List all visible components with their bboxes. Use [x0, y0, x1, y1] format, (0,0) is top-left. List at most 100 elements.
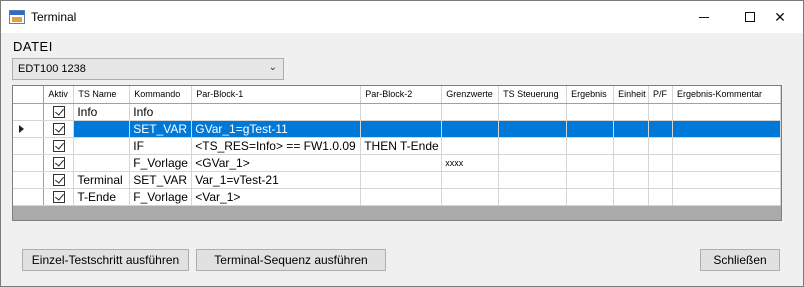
cell-ts-name[interactable]: Info [73, 103, 131, 121]
cell-kommando[interactable]: IF [129, 137, 193, 155]
cell-par2[interactable] [360, 154, 443, 172]
cell-grenzwerte[interactable] [441, 103, 500, 121]
empty-cell[interactable] [672, 171, 781, 189]
aktiv-cell[interactable] [43, 154, 75, 172]
cell-kommando[interactable]: Info [129, 103, 193, 121]
empty-cell[interactable] [648, 188, 674, 206]
cell-par2[interactable] [360, 120, 443, 138]
aktiv-checkbox[interactable] [52, 157, 65, 170]
cell-kommando[interactable]: F_Vorlage [129, 188, 193, 206]
run-single-step-button[interactable]: Einzel-Testschritt ausführen [22, 249, 189, 271]
cell-ts-name[interactable] [73, 120, 131, 138]
cell-ts-name[interactable]: T-Ende [73, 188, 131, 206]
table-row[interactable]: Info Info [13, 103, 781, 121]
empty-cell[interactable] [648, 137, 674, 155]
column-header[interactable]: P/F [648, 86, 674, 104]
aktiv-cell[interactable] [43, 171, 75, 189]
row-header[interactable] [13, 188, 45, 206]
empty-cell[interactable] [672, 137, 781, 155]
column-header[interactable]: Par-Block-1 [191, 86, 362, 104]
empty-cell[interactable] [672, 120, 781, 138]
empty-cell[interactable] [672, 103, 781, 121]
empty-cell[interactable] [498, 188, 568, 206]
aktiv-cell[interactable] [43, 188, 75, 206]
table-row[interactable]: T-Ende F_Vorlage <Var_1> [13, 188, 781, 206]
empty-cell[interactable] [498, 171, 568, 189]
cell-par1[interactable]: GVar_1=gTest-11 [191, 120, 362, 138]
empty-cell[interactable] [566, 137, 615, 155]
cell-par1[interactable] [191, 103, 362, 121]
empty-cell[interactable] [566, 120, 615, 138]
cell-kommando[interactable]: F_Vorlage [129, 154, 193, 172]
cell-par1[interactable]: <TS_RES=Info> == FW1.0.09 [191, 137, 362, 155]
column-header[interactable]: Ergebnis [566, 86, 615, 104]
aktiv-checkbox[interactable] [52, 106, 65, 119]
cell-kommando[interactable]: SET_VAR [129, 171, 193, 189]
column-header[interactable]: Aktiv [43, 86, 75, 104]
empty-cell[interactable] [613, 171, 650, 189]
run-sequence-button[interactable]: Terminal-Sequenz ausführen [196, 249, 386, 271]
row-header[interactable] [13, 171, 45, 189]
cell-kommando[interactable]: SET_VAR [129, 120, 193, 138]
aktiv-checkbox[interactable] [52, 123, 65, 136]
empty-cell[interactable] [613, 103, 650, 121]
aktiv-cell[interactable] [43, 120, 75, 138]
empty-cell[interactable] [566, 188, 615, 206]
column-header[interactable]: TS Steuerung [498, 86, 568, 104]
row-header[interactable] [13, 103, 45, 121]
cell-ts-name[interactable]: Terminal [73, 171, 131, 189]
empty-cell[interactable] [648, 171, 674, 189]
empty-cell[interactable] [672, 154, 781, 172]
cell-par1[interactable]: Var_1=vTest-21 [191, 171, 362, 189]
cell-ts-name[interactable] [73, 137, 131, 155]
row-header[interactable] [13, 154, 45, 172]
empty-cell[interactable] [498, 137, 568, 155]
column-header[interactable]: Grenzwerte [441, 86, 500, 104]
cell-par2[interactable] [360, 188, 443, 206]
menu-datei[interactable]: DATEI [13, 39, 53, 54]
cell-grenzwerte[interactable] [441, 188, 500, 206]
cell-par1[interactable]: <GVar_1> [191, 154, 362, 172]
cell-grenzwerte[interactable] [441, 171, 500, 189]
device-select[interactable]: EDT100 1238 ⌄ [12, 58, 284, 80]
empty-cell[interactable] [613, 154, 650, 172]
aktiv-cell[interactable] [43, 137, 75, 155]
empty-cell[interactable] [648, 120, 674, 138]
aktiv-checkbox[interactable] [52, 174, 65, 187]
aktiv-checkbox[interactable] [52, 140, 65, 153]
aktiv-checkbox[interactable] [52, 191, 65, 204]
empty-cell[interactable] [498, 154, 568, 172]
aktiv-cell[interactable] [43, 103, 75, 121]
empty-cell[interactable] [648, 103, 674, 121]
cell-par2[interactable] [360, 103, 443, 121]
close-dialog-button[interactable]: Schließen [700, 249, 780, 271]
chevron-down-icon[interactable]: ⌄ [269, 62, 277, 73]
row-header[interactable] [13, 137, 45, 155]
empty-cell[interactable] [498, 120, 568, 138]
cell-grenzwerte[interactable]: xxxx [441, 154, 500, 172]
column-header[interactable]: Einheit [613, 86, 650, 104]
cell-par2[interactable]: THEN T-Ende [360, 137, 443, 155]
close-button[interactable]: ✕ [757, 1, 803, 33]
table-row[interactable]: IF <TS_RES=Info> == FW1.0.09 THEN T-Ende [13, 137, 781, 155]
column-header[interactable]: Ergebnis-Kommentar [672, 86, 781, 104]
empty-cell[interactable] [648, 154, 674, 172]
cell-grenzwerte[interactable] [441, 137, 500, 155]
empty-cell[interactable] [613, 188, 650, 206]
table-row[interactable]: F_Vorlage <GVar_1> xxxx [13, 154, 781, 172]
column-header[interactable]: TS Name [73, 86, 131, 104]
cell-par1[interactable]: <Var_1> [191, 188, 362, 206]
column-header[interactable]: Kommando [129, 86, 193, 104]
test-step-grid[interactable]: Aktiv TS Name Kommando Par-Block-1 Par-Block… [12, 85, 782, 221]
empty-cell[interactable] [498, 103, 568, 121]
empty-cell[interactable] [672, 188, 781, 206]
cell-ts-name[interactable] [73, 154, 131, 172]
empty-cell[interactable] [566, 154, 615, 172]
empty-cell[interactable] [613, 120, 650, 138]
cell-grenzwerte[interactable] [441, 120, 500, 138]
empty-cell[interactable] [613, 137, 650, 155]
table-row[interactable]: Terminal SET_VAR Var_1=vTest-21 [13, 171, 781, 189]
empty-cell[interactable] [566, 103, 615, 121]
row-header[interactable] [13, 120, 45, 138]
minimize-button[interactable] [681, 1, 727, 33]
